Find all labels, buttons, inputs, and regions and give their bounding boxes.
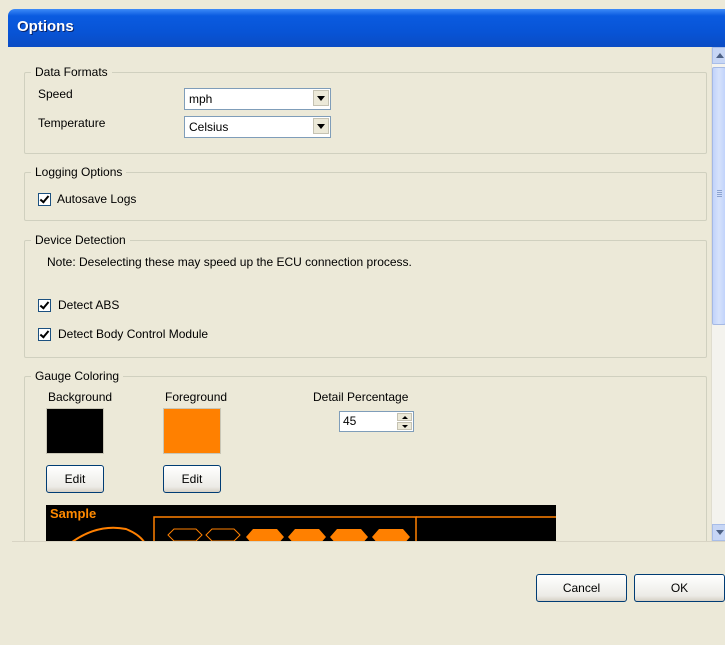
logging-options-legend: Logging Options [31, 165, 127, 179]
data-formats-group: Data Formats Speed mph Temperature Celsi… [24, 65, 707, 154]
logging-options-group: Logging Options Autosave Logs [24, 165, 707, 221]
background-label: Background [48, 390, 113, 404]
scroll-down-icon[interactable] [712, 524, 725, 541]
vertical-scrollbar[interactable] [711, 47, 725, 541]
speed-label: Speed [38, 87, 73, 101]
autosave-logs-checkbox[interactable] [38, 193, 51, 206]
detect-abs-label[interactable]: Detect ABS [58, 298, 119, 312]
cancel-button[interactable]: Cancel [536, 574, 627, 602]
detect-bcm-label[interactable]: Detect Body Control Module [58, 327, 208, 341]
speed-select-value: mph [189, 92, 213, 106]
detail-percentage-value: 45 [343, 414, 357, 428]
window-title: Options [17, 18, 74, 35]
device-detection-group: Device Detection Note: Deselecting these… [24, 233, 707, 358]
scroll-up-icon[interactable] [712, 47, 725, 64]
options-content: Data Formats Speed mph Temperature Celsi… [12, 47, 711, 541]
autosave-logs-label[interactable]: Autosave Logs [57, 192, 136, 206]
spinner-up-icon[interactable] [397, 413, 412, 421]
temperature-select[interactable]: Celsius [184, 116, 331, 138]
chevron-down-icon[interactable] [313, 118, 329, 134]
background-color-swatch[interactable] [46, 408, 104, 454]
detail-percentage-label: Detail Percentage [313, 390, 409, 404]
data-formats-legend: Data Formats [31, 65, 112, 79]
dialog-footer: Cancel OK [12, 541, 725, 645]
gauge-sample-graphic [71, 516, 556, 541]
temperature-label: Temperature [38, 116, 106, 130]
spinner-down-icon[interactable] [397, 422, 412, 430]
detect-abs-checkbox[interactable] [38, 299, 51, 312]
temperature-select-value: Celsius [189, 120, 229, 134]
device-detection-note: Note: Deselecting these may speed up the… [47, 255, 412, 269]
gauge-sample-preview: Sample [46, 505, 556, 541]
detail-percentage-spinner[interactable]: 45 [339, 411, 414, 432]
gauge-coloring-legend: Gauge Coloring [31, 369, 124, 383]
spinner-arrows[interactable] [397, 413, 412, 430]
speed-select[interactable]: mph [184, 88, 331, 110]
chevron-down-icon[interactable] [313, 90, 329, 106]
title-bar[interactable]: Options [8, 9, 725, 47]
grip-icon [717, 190, 722, 191]
foreground-color-swatch[interactable] [163, 408, 221, 454]
scrollbar-thumb[interactable] [712, 67, 725, 325]
foreground-label: Foreground [165, 390, 228, 404]
edit-background-button[interactable]: Edit [46, 465, 104, 493]
device-detection-legend: Device Detection [31, 233, 130, 247]
desktop-edge [0, 0, 725, 9]
detect-bcm-checkbox[interactable] [38, 328, 51, 341]
ok-button[interactable]: OK [634, 574, 725, 602]
edit-foreground-button[interactable]: Edit [163, 465, 221, 493]
